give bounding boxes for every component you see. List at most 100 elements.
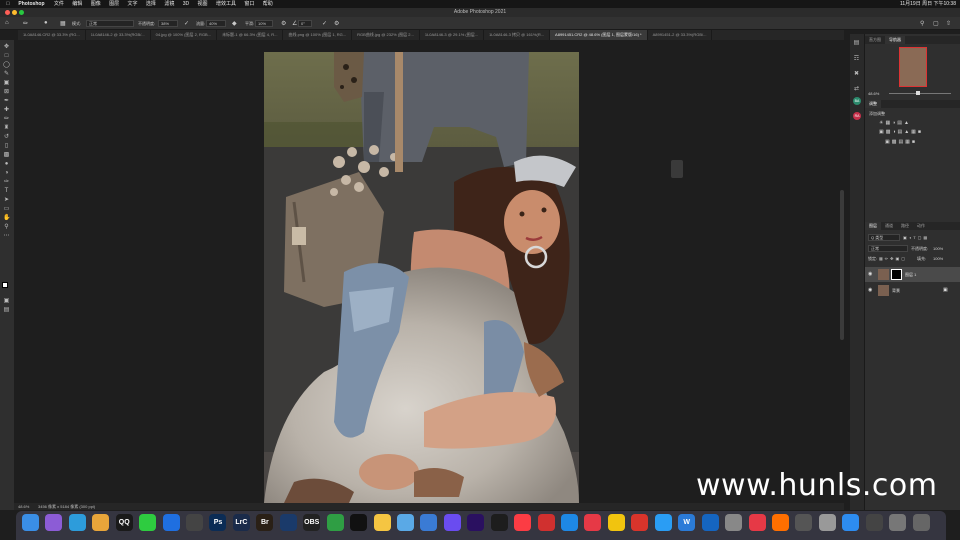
workspace-icon[interactable]: ▢ xyxy=(933,20,939,27)
document-tab[interactable]: 1L0A8146-2 @ 33.3%(RGB/... xyxy=(86,30,151,40)
home-icon[interactable]: ⌂ xyxy=(5,20,9,26)
layer-name[interactable]: 背景 xyxy=(892,283,900,298)
dock-app-netease-icon[interactable] xyxy=(537,514,555,531)
airbrush-icon[interactable]: ◆ xyxy=(232,20,237,27)
navigator-zoom-slider[interactable] xyxy=(889,93,951,94)
floating-properties-icon[interactable] xyxy=(671,160,683,178)
dock-app-w-icon[interactable]: W xyxy=(678,514,696,531)
document-photo[interactable] xyxy=(264,52,579,503)
close-window-button[interactable] xyxy=(5,10,10,15)
zoom-tool-icon[interactable]: ⚲ xyxy=(3,224,10,230)
pressure-size-icon[interactable]: ✓ xyxy=(322,20,327,27)
document-tab-active[interactable]: A8991451.CR2 @ 48.6% (图层 1, 图层蒙版/16) * xyxy=(550,30,648,40)
dock-app-lightroom-icon[interactable] xyxy=(279,514,297,531)
pressure-opacity-icon[interactable]: ✓ xyxy=(184,20,189,27)
lasso-tool-icon[interactable]: ◯ xyxy=(3,62,10,68)
crop-tool-icon[interactable]: ▣ xyxy=(3,80,10,86)
angle-input[interactable]: 0° xyxy=(298,20,312,27)
symmetry-icon[interactable]: ⚙ xyxy=(334,20,339,27)
document-tab[interactable]: 1L0A8146-3 @ 29.1% (图层... xyxy=(420,30,485,40)
menu-view[interactable]: 视图 xyxy=(198,0,208,8)
apple-icon[interactable]:  xyxy=(6,0,12,8)
quick-mask-icon[interactable]: ▣ xyxy=(3,298,10,304)
dock-app-qq-icon[interactable]: QQ xyxy=(115,514,133,531)
dock-app-capcut-icon[interactable] xyxy=(350,514,368,531)
eraser-tool-icon[interactable]: ▯ xyxy=(3,143,10,149)
menu-file[interactable]: 文件 xyxy=(54,0,64,8)
move-tool-icon[interactable]: ✥ xyxy=(3,44,10,50)
dock-app-launchpad-icon[interactable] xyxy=(45,514,63,531)
document-tab[interactable]: RGB曲线.jpg @ 232% (图层 2... xyxy=(352,30,420,40)
document-tab[interactable]: 曲线.png @ 100% (图层 1, RG... xyxy=(283,30,353,40)
dock-app-finder-icon[interactable] xyxy=(22,514,39,531)
plugin-ba-icon[interactable]: BA xyxy=(853,97,861,105)
tab-channels[interactable]: 通道 xyxy=(881,222,897,230)
hand-tool-icon[interactable]: ✋ xyxy=(3,215,10,221)
dock-app-settings-icon[interactable] xyxy=(725,514,743,531)
foreground-color-swatch[interactable] xyxy=(2,282,8,288)
dock-app-lrc-icon[interactable]: LrC xyxy=(232,514,250,531)
dock-app-trash-icon[interactable] xyxy=(912,514,930,531)
layer-opacity-value[interactable]: 100% xyxy=(933,246,943,251)
menu-select[interactable]: 选择 xyxy=(146,0,156,8)
dock-app-app-store-icon[interactable] xyxy=(561,514,579,531)
document-tab[interactable]: A8991451-2 @ 33.3%(RGB/... xyxy=(648,30,713,40)
menu-plugins[interactable]: 增效工具 xyxy=(216,0,236,8)
minimize-window-button[interactable] xyxy=(12,10,17,15)
dock-app-illustrator-icon[interactable] xyxy=(771,514,789,531)
dock-app-video-icon[interactable] xyxy=(631,514,649,531)
history-brush-tool-icon[interactable]: ↺ xyxy=(3,134,10,140)
navigator-zoom[interactable]: 48.6% xyxy=(868,91,879,96)
blend-mode-select[interactable]: 正常 xyxy=(868,245,908,252)
opacity-input[interactable]: 38% xyxy=(158,20,178,27)
dock-app-creative-cloud-icon[interactable] xyxy=(748,514,766,531)
layer-name[interactable]: 图层 1 xyxy=(905,267,916,282)
angle-icon[interactable]: ∠ xyxy=(292,20,297,27)
navigator-thumbnail[interactable] xyxy=(899,47,927,87)
dock-app-compressor-icon[interactable] xyxy=(818,514,836,531)
menu-layer[interactable]: 图层 xyxy=(109,0,119,8)
eyedropper-tool-icon[interactable]: ✒ xyxy=(3,98,10,104)
healing-brush-tool-icon[interactable]: ✚ xyxy=(3,107,10,113)
frame-tool-icon[interactable]: ⊠ xyxy=(3,89,10,95)
screen-mode-icon[interactable]: ▤ xyxy=(3,307,10,313)
zoom-window-button[interactable] xyxy=(19,10,24,15)
canvas-area[interactable] xyxy=(14,40,844,503)
status-doc-info[interactable]: 3456 像素 x 5184 像素 (300 ppi) xyxy=(38,503,95,510)
swap-panel-icon[interactable]: ⇄ xyxy=(853,86,860,92)
history-panel-icon[interactable]: ▤ xyxy=(853,40,860,46)
properties-panel-icon[interactable]: ☶ xyxy=(853,56,860,62)
menu-help[interactable]: 帮助 xyxy=(263,0,273,8)
layer-mask-thumbnail[interactable] xyxy=(891,269,902,280)
dock-app-music2-icon[interactable] xyxy=(889,514,907,531)
layer-row-selected[interactable]: ◉ 图层 1 xyxy=(865,267,960,282)
layer-row[interactable]: ◉ 背景 ▣ xyxy=(865,283,960,298)
tab-adjustments[interactable]: 调整 xyxy=(865,100,881,108)
menu-type[interactable]: 文字 xyxy=(128,0,138,8)
dock-app-weibo-icon[interactable] xyxy=(584,514,602,531)
status-zoom[interactable]: 48.6% xyxy=(18,503,29,510)
dock-app-obs-icon[interactable]: OBS xyxy=(303,514,321,531)
adjustment-icons-row1[interactable]: ☀▦◑▤▲ xyxy=(879,120,945,126)
rectangle-tool-icon[interactable]: ▭ xyxy=(3,206,10,212)
dock-app-premiere-icon[interactable] xyxy=(467,514,485,531)
document-tab[interactable]: 1L0A8146-3 拷贝 @ 161%(R... xyxy=(484,30,551,40)
clone-stamp-tool-icon[interactable]: ♜ xyxy=(3,125,10,131)
dock-app-music-icon[interactable] xyxy=(514,514,532,531)
app-name[interactable]: Photoshop xyxy=(18,1,44,7)
search-icon[interactable]: ⚲ xyxy=(920,20,924,27)
dock-app-screenshot-icon[interactable] xyxy=(865,514,883,531)
mode-select[interactable]: 正常 xyxy=(86,20,134,27)
dock-app-xcode-icon[interactable] xyxy=(701,514,719,531)
plugin-ra-icon[interactable]: RA xyxy=(853,112,861,120)
menu-image[interactable]: 图像 xyxy=(91,0,101,8)
flow-input[interactable]: 40% xyxy=(206,20,226,27)
brush-settings-icon[interactable]: ▦ xyxy=(60,20,66,27)
tab-paths[interactable]: 路径 xyxy=(897,222,913,230)
dock-app-safari-icon[interactable] xyxy=(68,514,86,531)
menubar-clock[interactable]: 11月19日 周日 下午10:38 xyxy=(900,0,956,8)
dock-app-photos-icon[interactable] xyxy=(373,514,391,531)
marquee-tool-icon[interactable]: □ xyxy=(3,53,10,59)
quick-select-tool-icon[interactable]: ✎ xyxy=(3,71,10,77)
dock-app-final-cut-icon[interactable] xyxy=(443,514,461,531)
